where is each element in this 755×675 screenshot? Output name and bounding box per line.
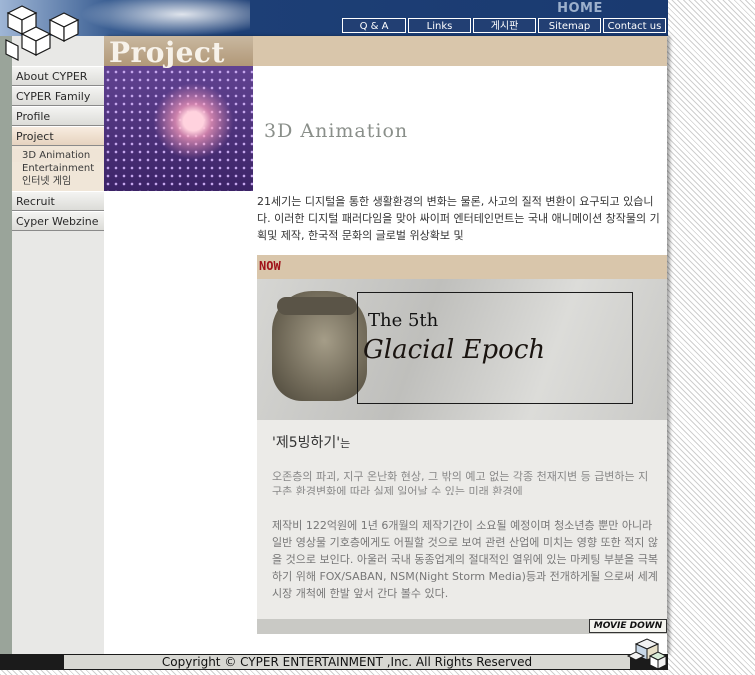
sidebar-item-profile[interactable]: Profile [12, 106, 104, 126]
sidebar-item-recruit[interactable]: Recruit [12, 191, 104, 211]
sidebar-item-family[interactable]: CYPER Family [12, 86, 104, 106]
page-title: Project [109, 36, 225, 69]
subnav-entertainment[interactable]: Entertainment [12, 162, 104, 175]
sidebar-item-project[interactable]: Project [12, 126, 104, 146]
nav-links[interactable]: Links [408, 18, 471, 33]
nav-qna[interactable]: Q & A [342, 18, 406, 33]
nav-board[interactable]: 게시판 [473, 18, 536, 33]
content-panel: Project 3D Animation 21세기는 디지털을 통한 생활환경의… [104, 36, 667, 654]
footer-cube-icon [626, 638, 668, 670]
sidebar-nav: About CYPER CYPER Family Profile Project… [12, 66, 104, 231]
section-heading: 3D Animation [264, 120, 409, 142]
project-banner-image: Project [104, 36, 253, 191]
film-title-line1: The 5th [368, 310, 439, 331]
footer: Copyright © CYPER ENTERTAINMENT ,Inc. Al… [0, 654, 668, 670]
feature-heading-title: '제5빙하기' [272, 435, 341, 451]
home-link[interactable]: HOME [545, 1, 615, 17]
title-band [253, 36, 667, 66]
footer-bar: Copyright © CYPER ENTERTAINMENT ,Inc. Al… [64, 655, 630, 669]
sidebar-submenu: 3D Animation Entertainment 인터넷 게임 [12, 146, 104, 191]
movie-down-button[interactable]: MOVIE DOWN [589, 619, 667, 633]
download-band: MOVIE DOWN [257, 619, 667, 634]
nav-sitemap[interactable]: Sitemap [538, 18, 601, 33]
feature-box: The 5th Glacial Epoch '제5빙하기'는 오존층의 파괴, … [257, 279, 667, 634]
now-label: NOW [259, 259, 281, 273]
feature-heading-suffix: 는 [340, 437, 351, 450]
page: HOME Q & A Links 게시판 Sitemap Contact us … [0, 0, 755, 675]
film-title-box: The 5th Glacial Epoch [357, 292, 633, 404]
intro-text: 21세기는 디지털을 통한 생활환경의 변화는 물론, 사고의 질적 변환이 요… [257, 195, 660, 242]
feature-heading: '제5빙하기'는 [272, 432, 350, 452]
cube-logo[interactable] [2, 2, 86, 68]
film-title-line2: Glacial Epoch [363, 335, 546, 365]
feature-paragraph-2: 제작비 122억원에 1년 6개월의 제작기간이 소요될 예정이며 청소년층 뿐… [272, 519, 659, 600]
nav-contact[interactable]: Contact us [603, 18, 666, 33]
copyright-text: Copyright © CYPER ENTERTAINMENT ,Inc. Al… [161, 655, 533, 669]
feature-paragraph-1: 오존층의 파괴, 지구 온난화 현상, 그 밖의 예고 없는 각종 천재지변 등… [272, 470, 649, 495]
subnav-3d-animation[interactable]: 3D Animation [12, 149, 104, 162]
sidebar-item-about[interactable]: About CYPER [12, 66, 104, 86]
now-band: NOW [257, 255, 667, 279]
goggles-shape [277, 297, 357, 315]
film-poster-image: The 5th Glacial Epoch [257, 279, 667, 420]
subnav-internet-game[interactable]: 인터넷 게임 [12, 175, 104, 188]
left-column [0, 36, 12, 654]
header-glow [80, 0, 250, 36]
sidebar-item-webzine[interactable]: Cyper Webzine [12, 211, 104, 231]
